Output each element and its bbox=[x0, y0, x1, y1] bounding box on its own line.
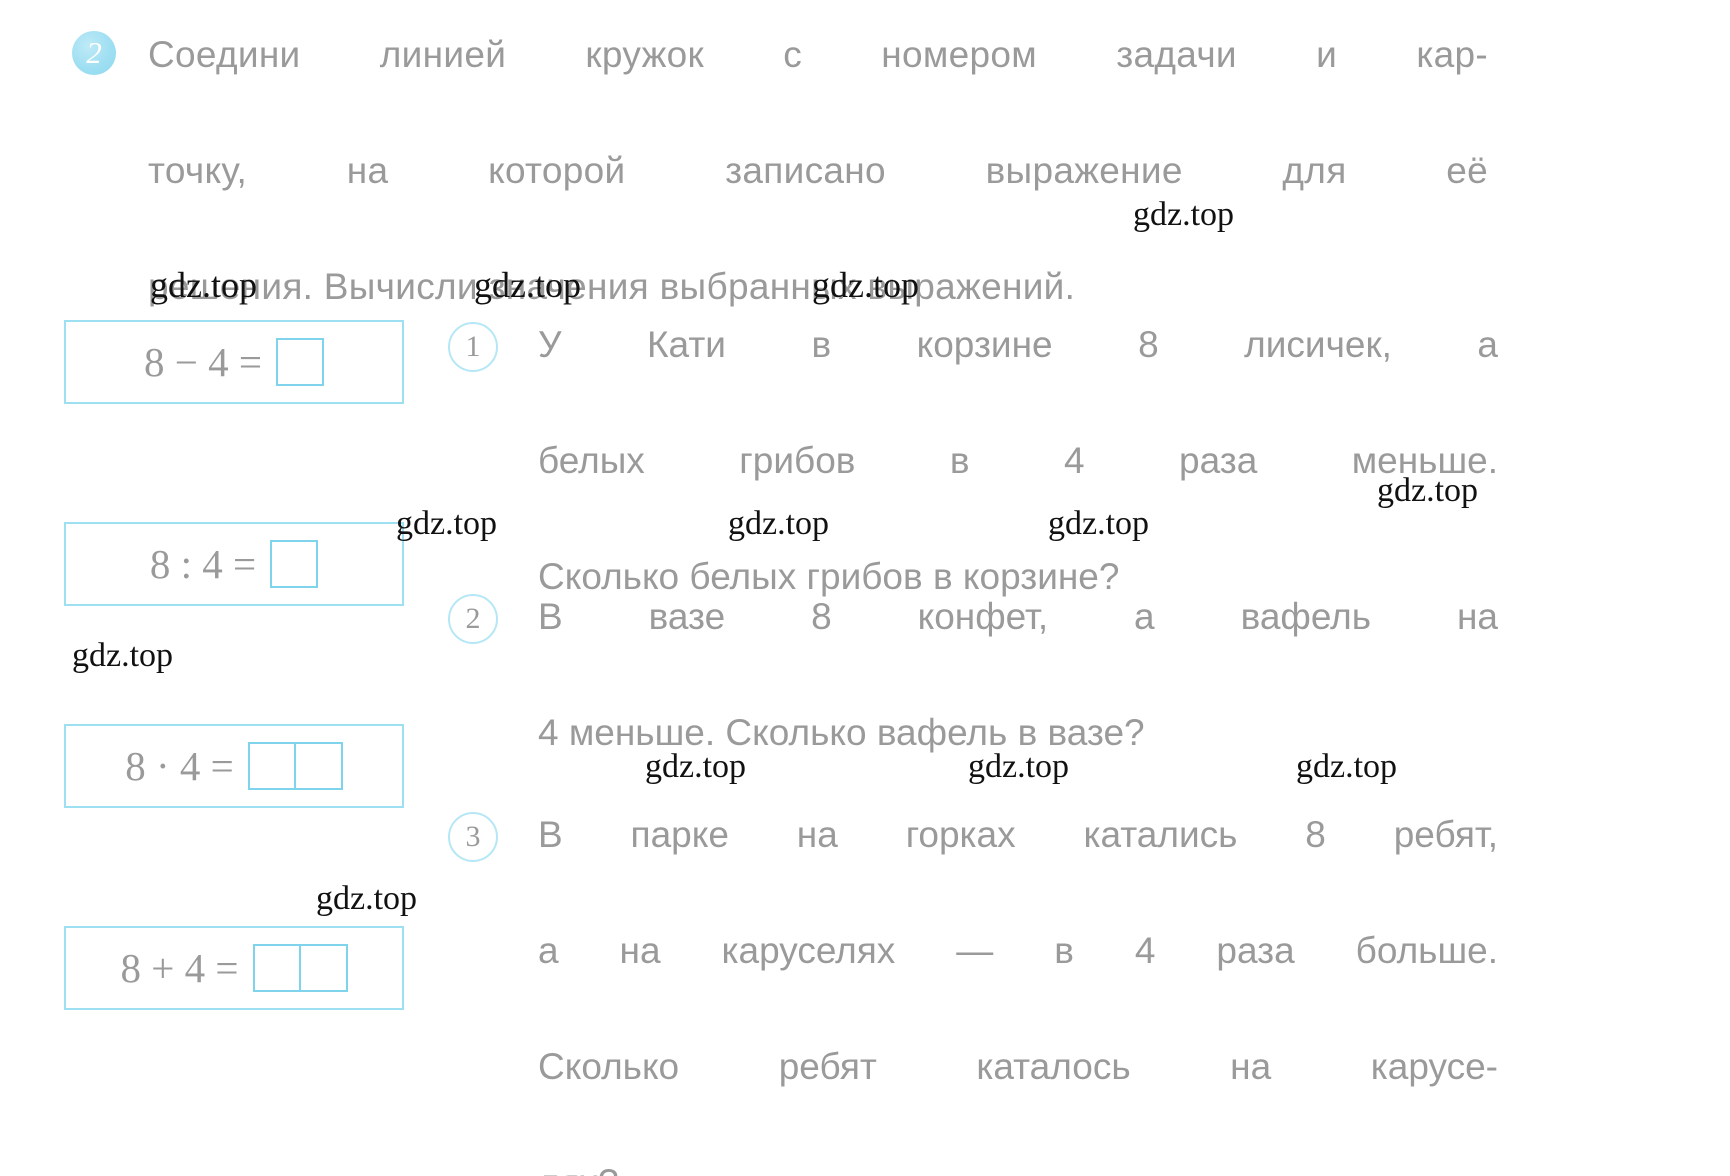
answer-box[interactable] bbox=[294, 742, 343, 790]
problem-text-3: В парке на горках катались 8 ребят, а на… bbox=[538, 806, 1498, 1176]
expression-text: 8 : 4 = bbox=[149, 541, 257, 587]
answer-box-group bbox=[247, 742, 343, 790]
problem-line: а на каруселях — в 4 раза больше. bbox=[538, 930, 1498, 971]
expression-card-content: 8 − 4 = bbox=[66, 322, 402, 402]
watermark: gdz.top bbox=[396, 505, 498, 542]
expression-text: 8 + 4 = bbox=[120, 945, 239, 991]
watermark: gdz.top bbox=[72, 637, 174, 674]
answer-box-group bbox=[276, 338, 324, 386]
expression-card-content: 8 · 4 = bbox=[66, 726, 402, 806]
problem-number-circle-1[interactable]: 1 bbox=[448, 322, 498, 372]
problem-line: белых грибов в 4 раза меньше. bbox=[538, 440, 1498, 481]
instruction-line: решения. Вычисли значения выбранных выра… bbox=[148, 266, 1076, 307]
expression-card-content: 8 + 4 = bbox=[66, 928, 402, 1008]
problem-text-2: В вазе 8 конфет, а вафель на 4 меньше. С… bbox=[538, 588, 1498, 762]
task-number-badge: 2 bbox=[72, 31, 116, 75]
answer-box[interactable] bbox=[299, 944, 348, 992]
problem-line: лях? bbox=[538, 1154, 1498, 1176]
problem-line: В вазе 8 конфет, а вафель на bbox=[538, 596, 1498, 637]
expression-card-content: 8 : 4 = bbox=[66, 524, 402, 604]
answer-box-group bbox=[270, 540, 319, 588]
expression-card[interactable]: 8 · 4 = bbox=[64, 724, 404, 808]
answer-box[interactable] bbox=[252, 944, 301, 992]
problem-text-1: У Кати в корзине 8 лисичек, а белых гриб… bbox=[538, 316, 1498, 606]
problem-number-circle-2[interactable]: 2 bbox=[448, 594, 498, 644]
expression-card[interactable]: 8 : 4 = bbox=[64, 522, 404, 606]
watermark: gdz.top bbox=[316, 880, 418, 917]
expression-text: 8 − 4 = bbox=[144, 339, 262, 385]
instruction-line: Соедини линией кружок с номером задачи и… bbox=[148, 34, 1488, 75]
task-instruction: Соедини линией кружок с номером задачи и… bbox=[148, 26, 1488, 316]
answer-box[interactable] bbox=[276, 338, 324, 386]
expression-card[interactable]: 8 − 4 = bbox=[64, 320, 404, 404]
problem-line: Сколько ребят каталось на карусе- bbox=[538, 1046, 1498, 1087]
answer-box[interactable] bbox=[247, 742, 296, 790]
answer-box[interactable] bbox=[270, 540, 319, 588]
problem-number-circle-3[interactable]: 3 bbox=[448, 812, 498, 862]
expression-card[interactable]: 8 + 4 = bbox=[64, 926, 404, 1010]
problem-line: В парке на горках катались 8 ребят, bbox=[538, 814, 1498, 855]
answer-box-group bbox=[252, 944, 348, 992]
worksheet-page: 2 Соедини линией кружок с номером задачи… bbox=[0, 0, 1730, 1176]
problem-line: У Кати в корзине 8 лисичек, а bbox=[538, 324, 1498, 365]
problem-line: 4 меньше. Сколько вафель в вазе? bbox=[538, 712, 1145, 753]
instruction-line: точку, на которой записано выражение для… bbox=[148, 150, 1488, 191]
expression-text: 8 · 4 = bbox=[125, 743, 234, 789]
